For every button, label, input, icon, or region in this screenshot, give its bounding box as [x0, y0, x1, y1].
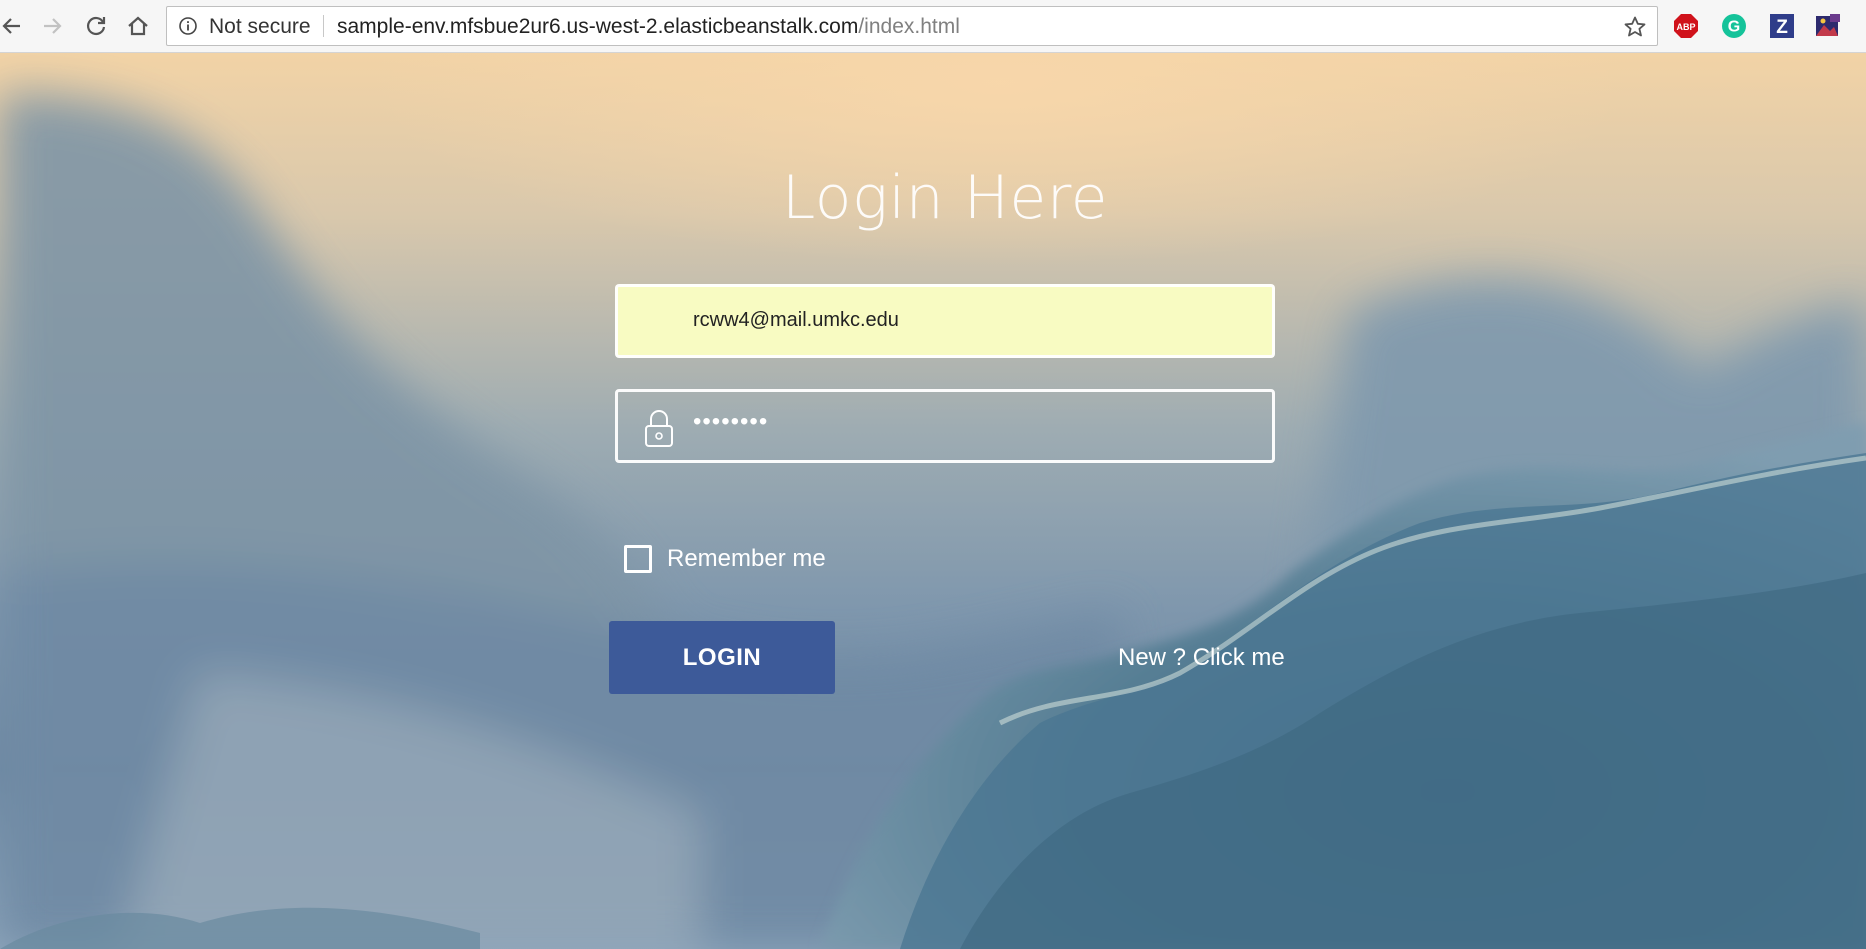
forward-button[interactable]: [38, 12, 66, 40]
picture-icon: [1816, 14, 1840, 36]
home-button[interactable]: [124, 12, 152, 40]
reload-icon: [86, 16, 106, 36]
svg-text:G: G: [1728, 19, 1740, 36]
url-path: /index.html: [858, 15, 960, 38]
zotero-extension-button[interactable]: Z: [1768, 12, 1796, 40]
remember-me-checkbox[interactable]: [624, 545, 652, 573]
email-value: rcww4@mail.umkc.edu: [693, 309, 899, 331]
remember-me-label[interactable]: Remember me: [667, 545, 826, 573]
zotero-icon: Z: [1770, 14, 1794, 38]
address-bar[interactable]: Not secure sample-env.mfsbue2ur6.us-west…: [166, 6, 1658, 46]
reload-button[interactable]: [82, 12, 110, 40]
login-page: Login Here rcww4@mail.umkc.edu •••••••• …: [0, 53, 1866, 949]
lock-icon: [645, 410, 673, 447]
email-input[interactable]: rcww4@mail.umkc.edu: [615, 284, 1275, 358]
security-label[interactable]: Not secure: [209, 16, 311, 38]
info-icon[interactable]: [179, 17, 197, 35]
back-button[interactable]: [0, 12, 26, 40]
browser-toolbar: Not secure sample-env.mfsbue2ur6.us-west…: [0, 0, 1866, 53]
remember-me-row[interactable]: Remember me: [624, 545, 826, 573]
grammarly-extension-button[interactable]: G: [1720, 12, 1748, 40]
password-value: ••••••••: [693, 408, 769, 435]
bookmark-star-icon[interactable]: [1623, 15, 1647, 39]
signup-link[interactable]: New ? Click me: [1118, 644, 1285, 672]
arrow-left-icon: [2, 18, 20, 34]
home-icon: [128, 16, 148, 36]
image-extension-button[interactable]: [1814, 12, 1842, 40]
grammarly-icon: G: [1722, 14, 1746, 38]
url-host: sample-env.mfsbue2ur6.us-west-2.elasticb…: [337, 15, 859, 38]
login-button[interactable]: LOGIN: [609, 621, 835, 694]
url-text[interactable]: sample-env.mfsbue2ur6.us-west-2.elasticb…: [337, 16, 960, 38]
login-title: Login Here: [781, 163, 1109, 233]
adblock-plus-icon: ABP: [1674, 14, 1698, 38]
svg-text:Z: Z: [1776, 17, 1788, 38]
arrow-right-icon: [44, 18, 62, 34]
svg-text:ABP: ABP: [1676, 22, 1695, 32]
address-divider: [323, 15, 324, 37]
adblock-extension-button[interactable]: ABP: [1672, 12, 1700, 40]
screen: Not secure sample-env.mfsbue2ur6.us-west…: [0, 0, 1866, 949]
password-input[interactable]: ••••••••: [615, 389, 1275, 463]
